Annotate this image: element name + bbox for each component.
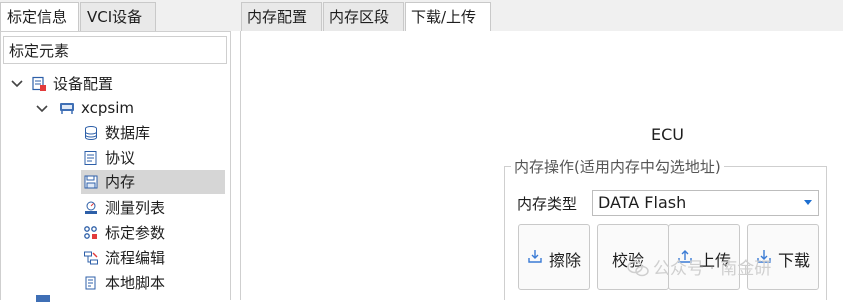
tree-item-label: 流程编辑	[105, 249, 166, 267]
tab-calibration-info[interactable]: 标定信息	[0, 2, 79, 32]
erase-button-label: 擦除	[549, 251, 582, 270]
tree-item-xcpsim[interactable]: xcpsim	[59, 96, 219, 120]
tree-item-cutoff-icon	[36, 295, 50, 302]
erase-icon	[528, 250, 542, 263]
calibration-elements-panel: 标定元素 设备配置 xcpsim 数据库 协议 内存 测量列表 标定参数 流程编…	[0, 31, 231, 302]
chevron-down-icon[interactable]	[10, 77, 24, 91]
tree-item-local-script[interactable]: 本地脚本	[83, 271, 225, 295]
tree-item-label: 设备配置	[53, 75, 114, 93]
ecu-icon	[60, 103, 74, 114]
memory-type-value: DATA Flash	[598, 193, 687, 212]
tree-item-label: 内存	[105, 173, 136, 191]
tab-download-upload[interactable]: 下载/上传	[405, 2, 491, 32]
tree-item-label: 测量列表	[105, 199, 166, 217]
tree-item-database[interactable]: 数据库	[83, 121, 225, 145]
watermark-text: 公众号 · 南金研	[653, 259, 772, 279]
calibration-elements-header: 标定元素	[3, 36, 227, 64]
right-tab-strip: 内存配置 内存区段 下载/上传	[240, 0, 843, 32]
memory-type-select[interactable]: DATA Flash	[592, 190, 819, 216]
memory-type-label: 内存类型	[517, 195, 578, 213]
tab-memory-segments[interactable]: 内存区段	[323, 2, 404, 31]
protocol-icon	[84, 151, 97, 165]
chevron-down-icon[interactable]	[804, 200, 812, 205]
measurement-list-icon	[85, 201, 97, 214]
tree-item-memory[interactable]: 内存	[81, 170, 225, 194]
memory-icon	[84, 175, 98, 189]
flow-edit-icon	[84, 251, 98, 265]
local-script-icon	[85, 276, 96, 290]
tree-item-label: 本地脚本	[105, 274, 166, 292]
wechat-icon	[627, 260, 649, 277]
erase-button[interactable]: 擦除	[518, 224, 590, 290]
tree-item-device-config[interactable]: 设备配置	[31, 72, 221, 96]
chevron-down-icon[interactable]	[35, 102, 49, 116]
memory-operation-group-title: 内存操作(适用内存中勾选地址)	[511, 156, 724, 177]
calibration-params-icon	[84, 226, 97, 239]
tree-item-label: 数据库	[105, 124, 151, 142]
tree-item-measurement-list[interactable]: 测量列表	[83, 196, 225, 220]
tree-item-protocol[interactable]: 协议	[83, 146, 225, 170]
tab-vci-device[interactable]: VCI设备	[80, 2, 156, 31]
download-button-label: 下载	[778, 251, 811, 270]
database-icon	[85, 126, 97, 140]
tab-memory-config[interactable]: 内存配置	[241, 2, 322, 31]
tree-item-calibration-params[interactable]: 标定参数	[83, 221, 225, 245]
tree-item-label: 协议	[105, 149, 136, 167]
ecu-title: ECU	[651, 125, 684, 144]
tree-item-label: 标定参数	[105, 224, 166, 242]
device-config-icon	[32, 76, 46, 91]
tree-item-flow-edit[interactable]: 流程编辑	[83, 246, 225, 270]
left-tab-strip: 标定信息 VCI设备	[0, 0, 240, 32]
tree-item-label: xcpsim	[81, 99, 134, 117]
